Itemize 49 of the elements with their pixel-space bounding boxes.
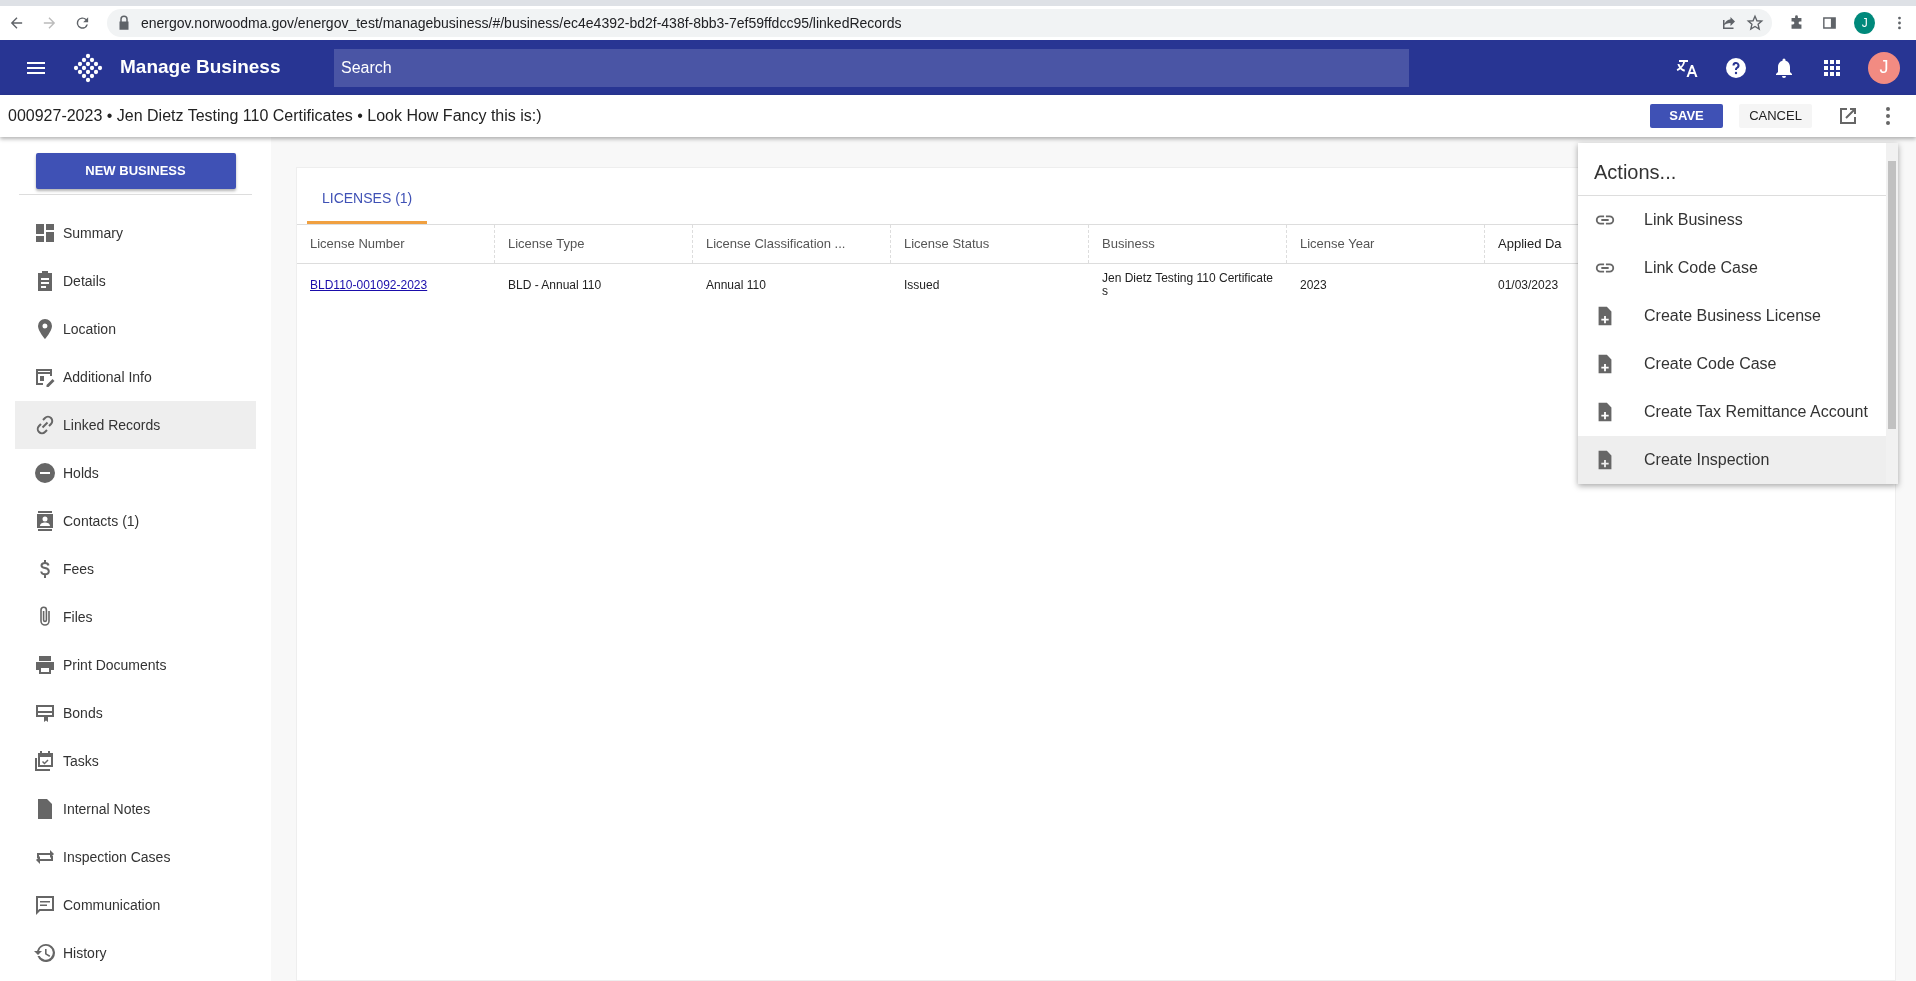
column-header: License Status [891, 225, 1089, 263]
sidebar-item[interactable]: Communication [15, 881, 256, 929]
record-title: 000927-2023 • Jen Dietz Testing 110 Certificates • Look How Fancy this is:) [8, 106, 542, 126]
tab[interactable]: LICENSES (1) [307, 176, 428, 224]
sidebar-item[interactable]: Summary [15, 209, 256, 257]
column-header: License Number [297, 225, 495, 263]
save-button[interactable]: SAVE [1650, 104, 1723, 128]
sidebar-item[interactable]: Contacts (1) [15, 497, 256, 545]
sidebar-item[interactable]: Inspection Cases [15, 833, 256, 881]
sidebar-item[interactable]: History [15, 929, 256, 977]
table-cell-text: 01/03/2023 [1497, 277, 1560, 294]
app-title: Manage Business [120, 55, 282, 80]
menu-item[interactable]: Create Inspection [1578, 436, 1886, 484]
column-header: License Classification ... [693, 225, 891, 263]
sidebar-item[interactable]: Bonds [15, 689, 256, 737]
star-icon[interactable] [1746, 14, 1765, 32]
table-cell-text: 2023 [1299, 277, 1328, 294]
history-icon [33, 941, 57, 965]
sidebar-item[interactable]: Details [15, 257, 256, 305]
sidebar-item[interactable]: Internal Notes [15, 785, 256, 833]
dashboard-icon [33, 221, 57, 245]
sidebar-item[interactable]: Print Documents [15, 641, 256, 689]
table-cell-text: Jen Dietz Testing 110 Certificates [1101, 271, 1274, 299]
sidebar-item[interactable]: Tasks [15, 737, 256, 785]
sidebar-item[interactable]: Fees [15, 545, 256, 593]
sidebar-item[interactable]: Holds [15, 449, 256, 497]
chat-icon [33, 893, 57, 917]
table-cell-text: Annual 110 [705, 277, 767, 294]
scrollbar[interactable] [1886, 143, 1898, 484]
license-link[interactable]: BLD110-001092-2023 [310, 278, 428, 292]
column-header: Applied Da [1497, 235, 1562, 254]
cancel-button[interactable]: CANCEL [1739, 104, 1812, 128]
search-field[interactable]: Search [334, 48, 1409, 87]
dotted-diamond-logo [72, 51, 104, 84]
new-business-button[interactable]: NEW BUSINESS [35, 153, 236, 189]
printer-icon [33, 653, 57, 677]
table-cell-text: BLD - Annual 110 [507, 277, 603, 294]
side-panel-icon[interactable] [1821, 14, 1839, 32]
help-icon[interactable] [1724, 55, 1748, 80]
sidebar-item[interactable]: Files [15, 593, 256, 641]
back-arrow-icon[interactable] [8, 14, 25, 32]
table-cell-text: Issued [903, 277, 941, 294]
profile-avatar[interactable]: J [1854, 12, 1875, 34]
sidebar-item[interactable]: Location [15, 305, 256, 353]
column-header: License Type [495, 225, 693, 263]
sidebar-item[interactable]: Linked Records [15, 401, 256, 449]
sidebar-item[interactable]: Additional Info [15, 353, 256, 401]
column-header: Business [1089, 225, 1287, 263]
column-header: License Year [1287, 225, 1485, 263]
